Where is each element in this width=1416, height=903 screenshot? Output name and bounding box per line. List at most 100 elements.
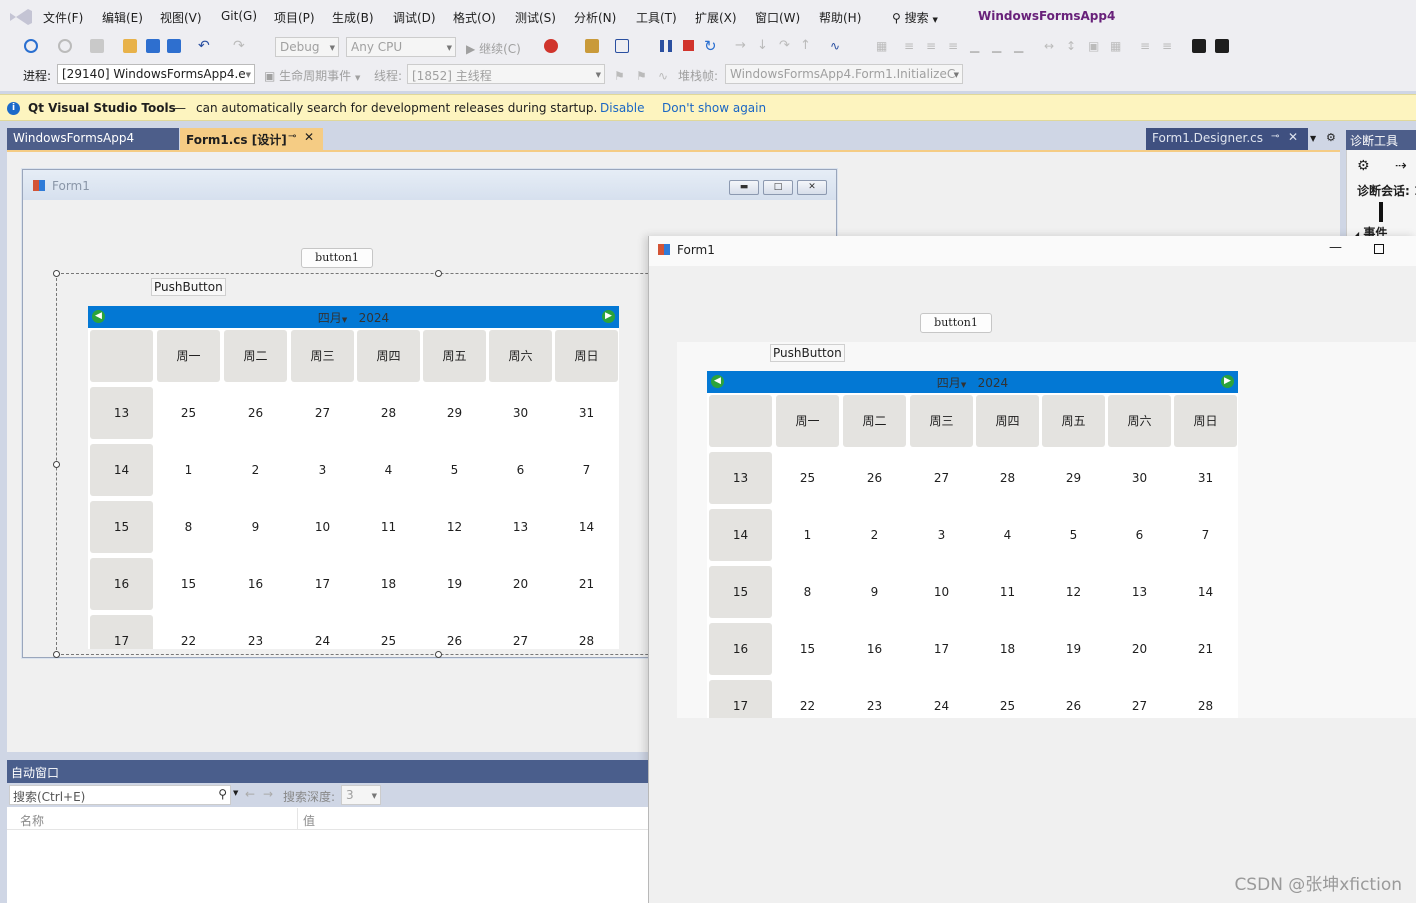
calendar-day[interactable]: 24 [291,615,354,649]
continue-button[interactable]: ▶ 继续(C) [466,40,521,57]
menu-item[interactable]: 项目(P) [274,9,315,26]
resize-handle[interactable] [435,270,442,277]
same-width-icon[interactable]: ↔ [1044,39,1058,53]
tab-form1-designer[interactable]: Form1.Designer.cs ⊸ ✕ [1146,128,1308,150]
tab-project[interactable]: WindowsFormsApp4 [7,128,179,150]
step-out-icon[interactable]: ↑ [800,39,814,53]
calendar-day[interactable]: 16 [224,558,287,610]
calendar-day[interactable]: 27 [1108,680,1171,718]
menu-item[interactable]: 调试(D) [393,9,436,26]
calendar-day[interactable]: 4 [357,444,420,496]
calendar-day[interactable]: 16 [843,623,906,675]
forward-icon[interactable] [58,39,72,53]
calendar-day[interactable]: 1 [157,444,220,496]
calendar-day[interactable]: 15 [157,558,220,610]
menu-item[interactable]: 编辑(E) [102,9,143,26]
undo-icon[interactable]: ↶ [198,39,212,53]
calendar-day[interactable]: 31 [555,387,618,439]
calendar-day[interactable]: 9 [843,566,906,618]
thread-select[interactable]: [1852] 主线程 ▼ [407,64,605,84]
resize-handle[interactable] [53,651,60,658]
step-into-icon[interactable]: ↓ [757,39,771,53]
lifecycle-events-button[interactable]: ▣ 生命周期事件 ▼ [264,67,360,84]
calendar-day[interactable]: 18 [357,558,420,610]
column-divider[interactable] [297,808,298,830]
pin-icon[interactable]: ⊸ [1271,131,1279,142]
calendar-day[interactable]: 20 [1108,623,1171,675]
next-month-icon[interactable]: ▶ [602,310,615,323]
hot-reload-icon[interactable] [544,39,558,53]
disable-link[interactable]: Disable [600,101,645,115]
calendar-day[interactable]: 17 [291,558,354,610]
autos-search-input[interactable]: 搜索(Ctrl+E) ⚲ [9,785,231,805]
calendar-day[interactable]: 29 [423,387,486,439]
resize-handle[interactable] [53,270,60,277]
menu-item[interactable]: Git(G) [221,9,257,23]
align-top-icon[interactable]: ▁ [970,39,984,53]
calendar-day[interactable]: 26 [423,615,486,649]
resize-handle[interactable] [53,461,60,468]
bring-front-icon[interactable] [1192,39,1206,53]
close-icon[interactable]: ✕ [304,130,314,144]
calendar-year[interactable]: 2024 [359,311,390,325]
calendar-day[interactable]: 22 [776,680,839,718]
align-middle-icon[interactable]: ▁ [992,39,1006,53]
spacing-v-icon[interactable]: ≡ [1162,39,1176,53]
runtime-calendar[interactable]: ◀ 四月▼ 2024 ▶ 周一 周二 周三 周四 周五 周六 周日 13 25 26 27 28 29 30 31… [707,371,1238,718]
calendar-day[interactable]: 26 [1042,680,1105,718]
calendar-day[interactable]: 14 [1174,566,1237,618]
align-right-icon[interactable]: ≡ [948,39,962,53]
calendar-day[interactable]: 22 [157,615,220,649]
dont-show-again-link[interactable]: Don't show again [662,101,766,115]
calendar-day[interactable]: 21 [555,558,618,610]
stack-frame-select[interactable]: WindowsFormsApp4.Form1.InitializeC ▼ [725,64,963,84]
calendar-title[interactable]: 四月▼ 2024 [707,374,1238,391]
calendar-day[interactable]: 5 [1042,509,1105,561]
gear-icon[interactable]: ⚙ [1326,131,1336,144]
calendar-day[interactable]: 25 [357,615,420,649]
maximize-icon[interactable] [1374,244,1384,254]
calendar-day[interactable]: 2 [224,444,287,496]
button1[interactable]: button1 [301,248,373,268]
close-icon[interactable]: ✕ [797,180,827,195]
step-over-icon[interactable]: ↷ [779,39,793,53]
calendar-day[interactable]: 23 [224,615,287,649]
calendar-day[interactable]: 8 [157,501,220,553]
align-left-icon[interactable]: ≡ [904,39,918,53]
calendar-month[interactable]: 四月 [937,376,961,390]
menu-item[interactable]: 格式(O) [453,9,496,26]
calendar-day[interactable]: 28 [976,452,1039,504]
pin-icon[interactable]: ⊸ [288,131,296,142]
maximize-icon[interactable]: □ [763,180,793,195]
tab-list-chevron-icon[interactable]: ▼ [1310,134,1316,143]
calendar-day[interactable]: 12 [1042,566,1105,618]
calendar-day[interactable]: 27 [291,387,354,439]
calendar-day[interactable]: 11 [357,501,420,553]
menu-item[interactable]: 工具(T) [636,9,677,26]
toggle-icon[interactable]: ∿ [658,69,672,83]
open-folder-icon[interactable] [123,39,137,53]
process-select[interactable]: [29140] WindowsFormsApp4.e ▼ [57,64,255,84]
calendar-day[interactable]: 5 [423,444,486,496]
menu-item[interactable]: 扩展(X) [695,9,737,26]
redo-icon[interactable]: ↷ [233,39,247,53]
spacing-h-icon[interactable]: ≡ [1140,39,1154,53]
calendar-day[interactable]: 6 [1108,509,1171,561]
calendar-day[interactable]: 11 [976,566,1039,618]
platform-select[interactable]: Any CPU ▼ [346,37,456,57]
back-icon[interactable] [24,39,38,53]
calendar-day[interactable]: 31 [1174,452,1237,504]
menu-item[interactable]: 文件(F) [43,9,83,26]
size-to-grid-icon[interactable]: ▦ [1110,39,1124,53]
calendar-day[interactable]: 23 [843,680,906,718]
calendar-day[interactable]: 21 [1174,623,1237,675]
calendar-day[interactable]: 26 [224,387,287,439]
menu-item[interactable]: 分析(N) [574,9,616,26]
calendar-day[interactable]: 17 [910,623,973,675]
layout-icon[interactable] [615,39,629,53]
calendar-day[interactable]: 28 [357,387,420,439]
calendar-day[interactable]: 25 [976,680,1039,718]
calendar-day[interactable]: 7 [555,444,618,496]
calendar-day[interactable]: 18 [976,623,1039,675]
calendar-day[interactable]: 29 [1042,452,1105,504]
